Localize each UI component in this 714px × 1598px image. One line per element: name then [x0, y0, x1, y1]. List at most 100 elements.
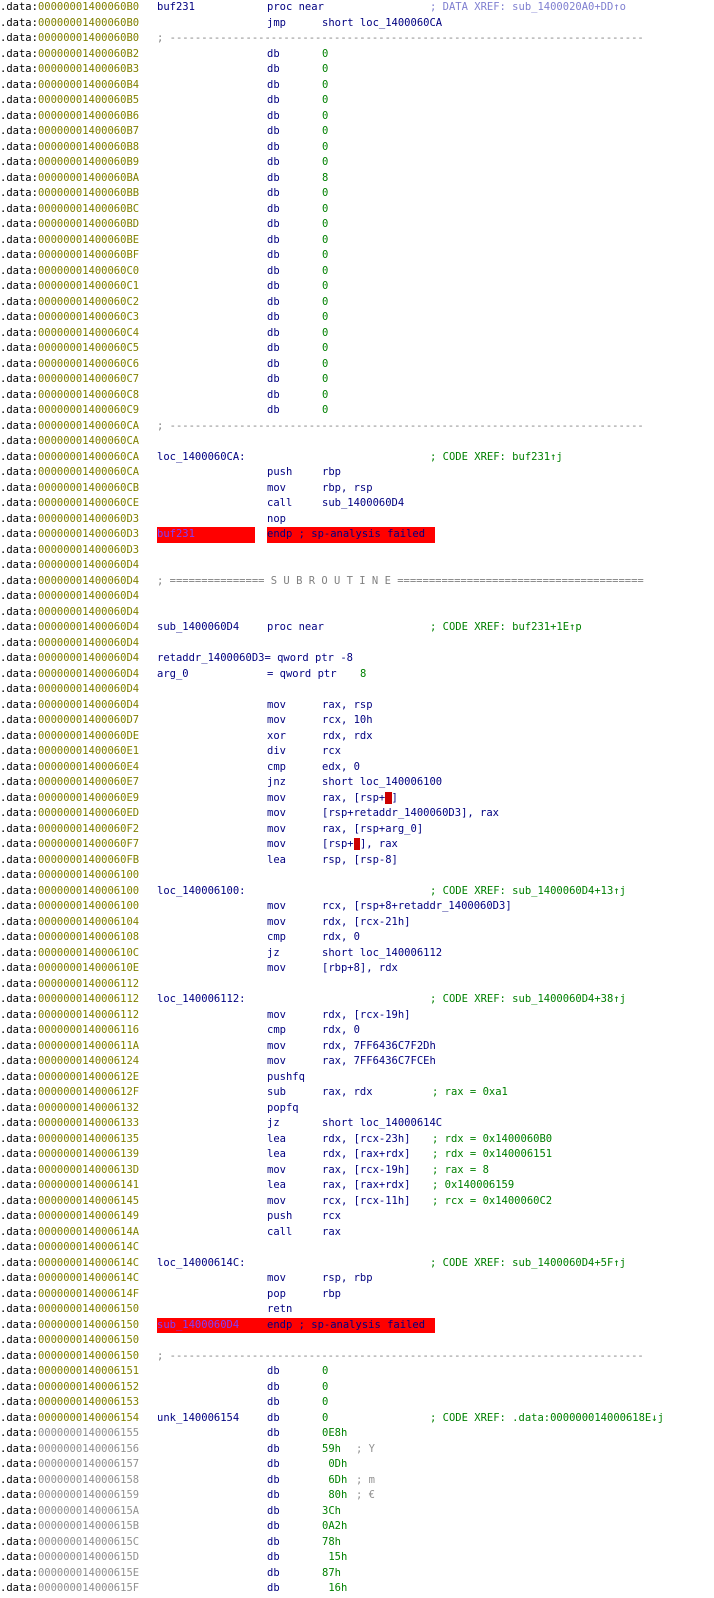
listing-row[interactable]: .data:0000000140006150 retn — [0, 1302, 714, 1318]
operand[interactable]: 0 — [322, 217, 328, 233]
operand[interactable]: 0A2h — [322, 1519, 347, 1535]
mnemonic[interactable]: db — [267, 388, 280, 404]
operand[interactable]: rax, [rax+rdx] — [322, 1178, 411, 1194]
mnemonic[interactable]: mov — [267, 1039, 286, 1055]
mnemonic[interactable]: proc near — [267, 0, 324, 16]
address[interactable]: .data:00000001400060CA — [0, 434, 139, 450]
listing-row[interactable]: .data:0000000140006133 jz short loc_140006… — [0, 1116, 714, 1132]
address[interactable]: .data:00000001400060FB — [0, 853, 139, 869]
listing-row[interactable]: .data:00000001400060E4 cmp edx, 0 — [0, 760, 714, 776]
address[interactable]: .data:00000001400060CA — [0, 465, 139, 481]
operand[interactable]: 0Dh — [322, 1457, 347, 1473]
listing-row[interactable]: .data:00000001400060C0 db 0 — [0, 264, 714, 280]
mnemonic[interactable]: popfq — [267, 1101, 299, 1117]
listing-row[interactable]: .data:0000000140006154 unk_140006154 db 0 ; … — [0, 1411, 714, 1427]
address[interactable]: .data:00000001400060BC — [0, 202, 139, 218]
listing-row[interactable]: .data:00000001400060D7 mov rcx, 10h — [0, 713, 714, 729]
listing-row[interactable]: .data:0000000140006155 db 0E8h — [0, 1426, 714, 1442]
xref-comment[interactable]: ; CODE XREF: sub_1400060D4+5F↑j — [430, 1256, 626, 1272]
operand[interactable]: [rsp+8], rax — [322, 837, 398, 853]
address[interactable]: .data:00000001400060D4 — [0, 574, 139, 590]
listing-row[interactable]: .data:00000001400060B9 db 0 — [0, 155, 714, 171]
address[interactable]: .data:00000001400060B0 — [0, 31, 139, 47]
listing-row[interactable]: .data:00000001400060D4 retaddr_1400060D3=… — [0, 651, 714, 667]
address[interactable]: .data:000000014000614C — [0, 1256, 139, 1272]
mnemonic[interactable]: pop — [267, 1287, 286, 1303]
address[interactable]: .data:0000000140006135 — [0, 1132, 139, 1148]
mnemonic[interactable]: lea — [267, 1147, 286, 1163]
mnemonic[interactable]: jmp — [267, 16, 286, 32]
operand[interactable]: rcx, [rsp+8+retaddr_1400060D3] — [322, 899, 512, 915]
mnemonic[interactable]: db — [267, 109, 280, 125]
mnemonic[interactable]: db — [267, 47, 280, 63]
address[interactable]: .data:00000001400060C7 — [0, 372, 139, 388]
operand[interactable]: rdx, [rcx-21h] — [322, 915, 411, 931]
operand[interactable]: 8 — [322, 171, 328, 187]
address[interactable]: .data:0000000140006149 — [0, 1209, 139, 1225]
listing-row[interactable]: .data:00000001400060C6 db 0 — [0, 357, 714, 373]
operand[interactable]: rax, rdx — [322, 1085, 373, 1101]
address[interactable]: .data:00000001400060B0 — [0, 0, 139, 16]
listing-row[interactable]: .data:00000001400060E7 jnz short loc_14000… — [0, 775, 714, 791]
label-name[interactable]: buf231 — [157, 527, 255, 543]
listing-row[interactable]: .data:00000001400060C1 db 0 — [0, 279, 714, 295]
label-name[interactable]: sub_1400060D4 — [157, 620, 239, 636]
address[interactable]: .data:00000001400060CA — [0, 450, 139, 466]
address[interactable]: .data:0000000140006152 — [0, 1380, 139, 1396]
listing-row[interactable]: .data:0000000140006149 push rcx — [0, 1209, 714, 1225]
address[interactable]: .data:0000000140006157 — [0, 1457, 139, 1473]
mnemonic[interactable]: db — [267, 1504, 280, 1520]
operand[interactable]: rdx, [rcx-23h] — [322, 1132, 411, 1148]
listing-row[interactable]: .data:00000001400060B6 db 0 — [0, 109, 714, 125]
address[interactable]: .data:000000014000615F — [0, 1581, 139, 1597]
address[interactable]: .data:0000000140006108 — [0, 930, 139, 946]
mnemonic[interactable]: db — [267, 78, 280, 94]
mnemonic[interactable]: mov — [267, 1194, 286, 1210]
operand[interactable]: 0 — [322, 202, 328, 218]
listing-row[interactable]: .data:000000014000612E pushfq — [0, 1070, 714, 1086]
mnemonic[interactable]: db — [267, 1550, 280, 1566]
listing-row[interactable]: .data:00000001400060B4 db 0 — [0, 78, 714, 94]
mnemonic[interactable]: push — [267, 1209, 292, 1225]
address[interactable]: .data:00000001400060DE — [0, 729, 139, 745]
address[interactable]: .data:00000001400060B0 — [0, 16, 139, 32]
operand[interactable]: rax, [rsp+arg_0] — [322, 822, 423, 838]
address[interactable]: .data:00000001400060E7 — [0, 775, 139, 791]
listing-row[interactable]: .data:0000000140006156 db 59h ; Y — [0, 1442, 714, 1458]
listing-row[interactable]: .data:000000014000615D db 15h — [0, 1550, 714, 1566]
listing-row[interactable]: .data:00000001400060C7 db 0 — [0, 372, 714, 388]
operand[interactable]: 15h — [322, 1550, 347, 1566]
address[interactable]: .data:000000014000610E — [0, 961, 139, 977]
operand[interactable]: 0 — [322, 264, 328, 280]
listing-row[interactable]: .data:0000000140006112 mov rdx, [rcx-19h] — [0, 1008, 714, 1024]
address[interactable]: .data:00000001400060E9 — [0, 791, 139, 807]
address[interactable]: .data:0000000140006151 — [0, 1364, 139, 1380]
listing-row[interactable]: .data:00000001400060B2 db 0 — [0, 47, 714, 63]
address[interactable]: .data:00000001400060D4 — [0, 682, 139, 698]
address[interactable]: .data:0000000140006112 — [0, 992, 139, 1008]
operand[interactable]: short loc_140006100 — [322, 775, 442, 791]
mnemonic[interactable]: sub — [267, 1085, 286, 1101]
listing-row[interactable]: .data:00000001400060F7 mov [rsp+8], rax — [0, 837, 714, 853]
listing-row[interactable]: .data:00000001400060C8 db 0 — [0, 388, 714, 404]
listing-row[interactable]: .data:00000001400060D4 — [0, 558, 714, 574]
listing-row[interactable]: .data:00000001400060BE db 0 — [0, 233, 714, 249]
operand[interactable]: edx, 0 — [322, 760, 360, 776]
xref-comment[interactable]: ; CODE XREF: sub_1400060D4+13↑j — [430, 884, 626, 900]
address[interactable]: .data:00000001400060B6 — [0, 109, 139, 125]
listing-row[interactable]: .data:00000001400060CA ; ----------------… — [0, 419, 714, 435]
mnemonic[interactable]: jz — [267, 1116, 280, 1132]
address[interactable]: .data:00000001400060B9 — [0, 155, 139, 171]
address[interactable]: .data:00000001400060C4 — [0, 326, 139, 342]
listing-row[interactable]: .data:00000001400060C2 db 0 — [0, 295, 714, 311]
address[interactable]: .data:000000014000614C — [0, 1240, 139, 1256]
operand[interactable]: 0E8h — [322, 1426, 347, 1442]
address[interactable]: .data:000000014000612E — [0, 1070, 139, 1086]
listing-row[interactable]: .data:0000000140006104 mov rdx, [rcx-21h] — [0, 915, 714, 931]
mnemonic[interactable]: lea — [267, 1178, 286, 1194]
address[interactable]: .data:000000014000615D — [0, 1550, 139, 1566]
listing-row[interactable]: .data:000000014000614C loc_14000614C: ; CO… — [0, 1256, 714, 1272]
listing-row[interactable]: .data:00000001400060CA push rbp — [0, 465, 714, 481]
address[interactable]: .data:00000001400060B3 — [0, 62, 139, 78]
label-name[interactable]: arg_0 — [157, 667, 189, 683]
